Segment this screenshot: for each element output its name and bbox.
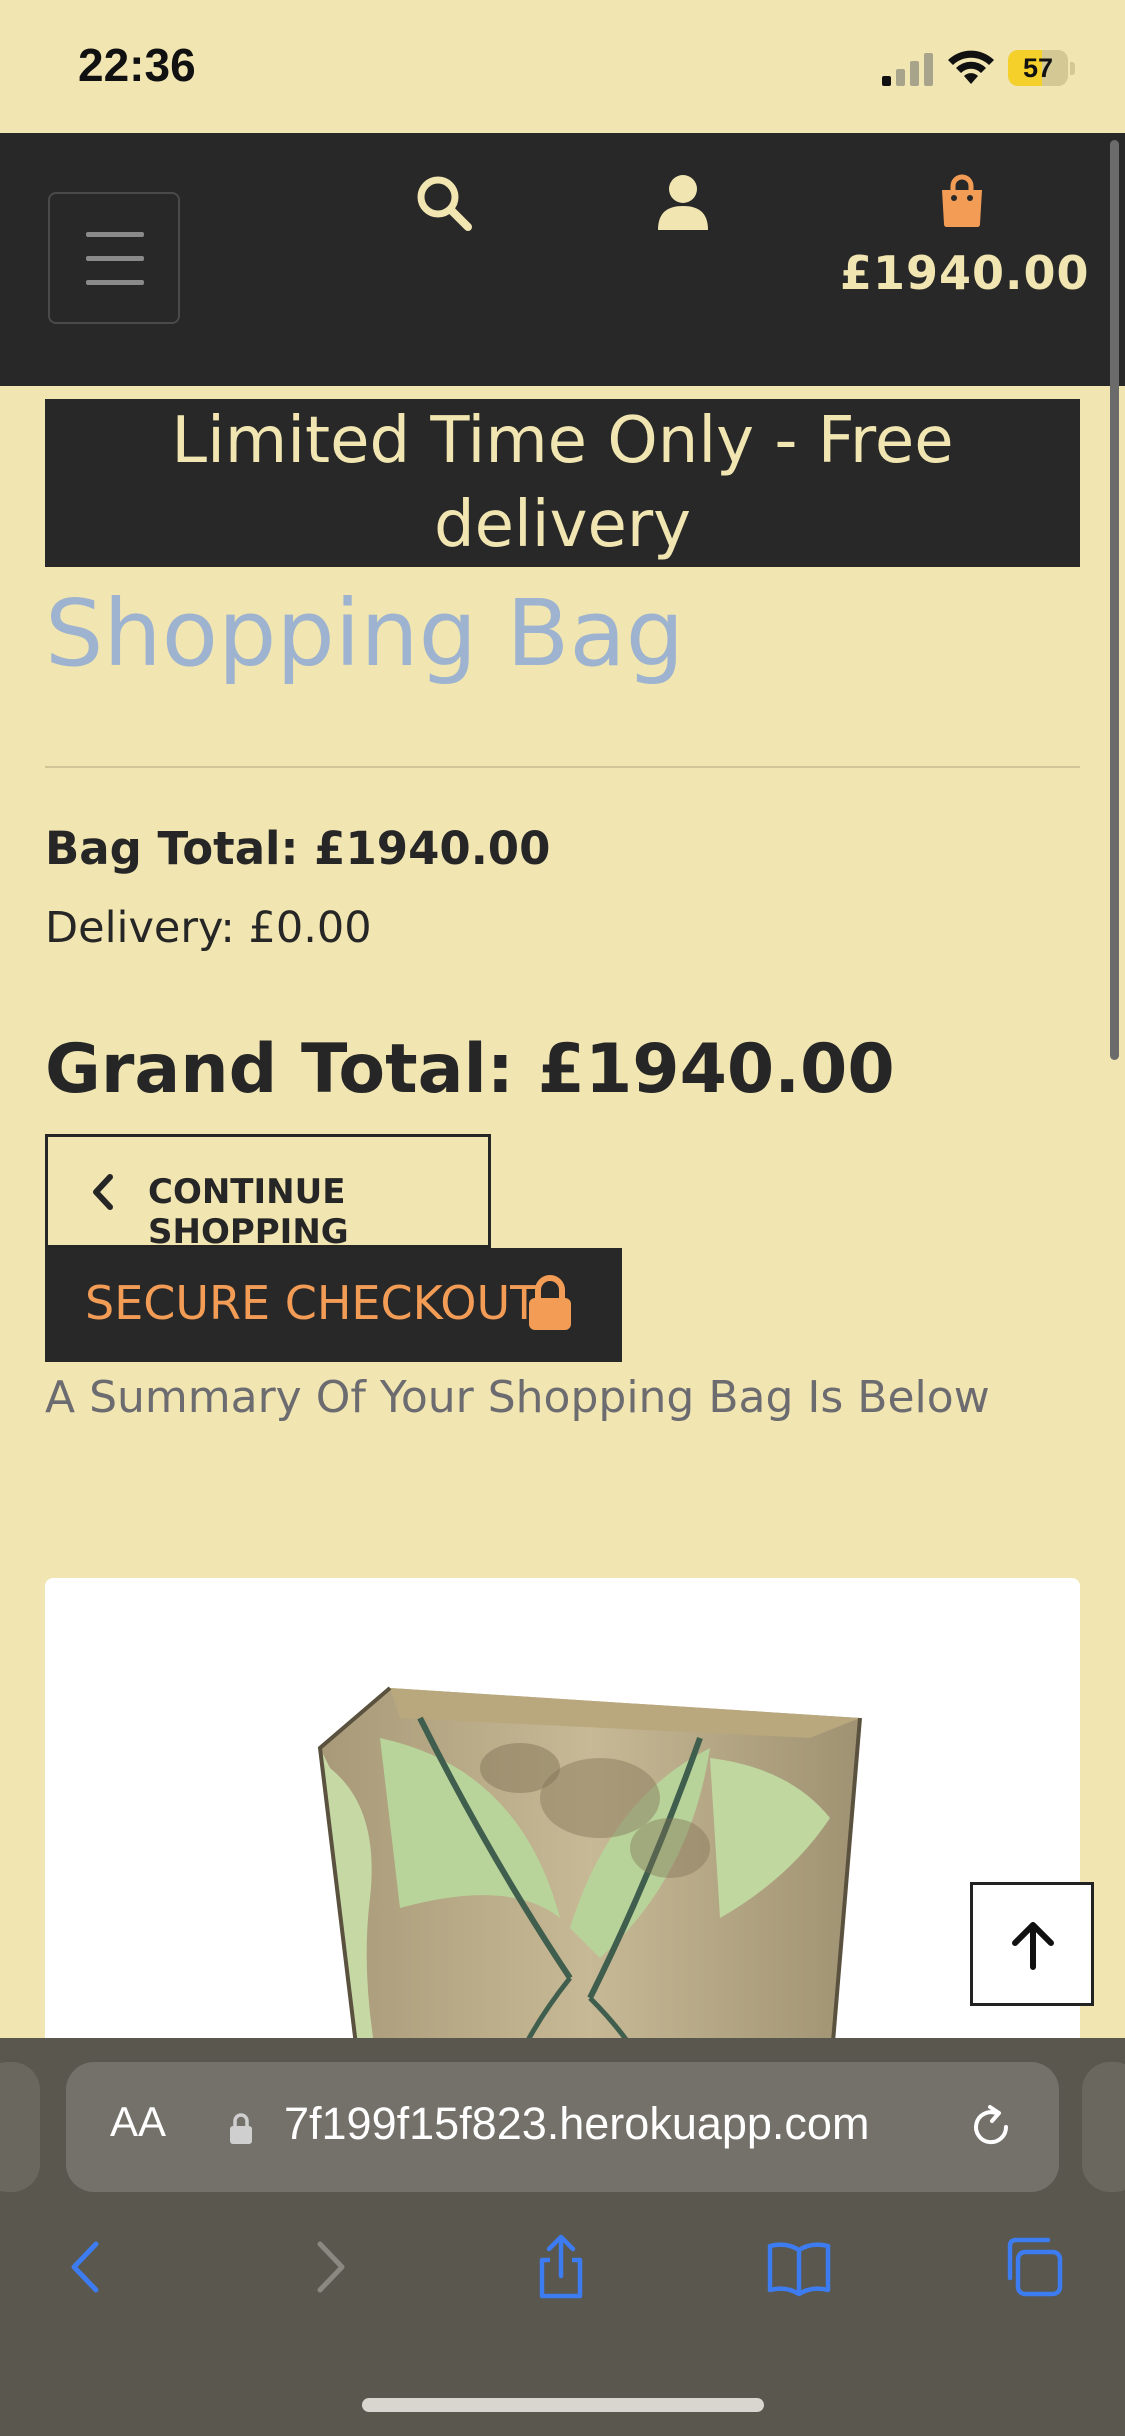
bag-summary-heading: A Summary Of Your Shopping Bag Is Below	[45, 1372, 990, 1423]
reload-icon[interactable]	[966, 2102, 1016, 2152]
secure-checkout-button[interactable]: SECURE CHECKOUT	[45, 1248, 622, 1362]
lock-icon	[230, 2113, 252, 2144]
continue-shopping-label: CONTINUE SHOPPING	[148, 1172, 349, 1252]
menu-toggle-button[interactable]	[48, 192, 180, 324]
share-icon[interactable]	[528, 2234, 594, 2300]
header-bag-total: £1940.00	[840, 246, 1090, 300]
promo-banner-line: Limited Time Only - Free delivery	[171, 404, 954, 562]
back-icon[interactable]	[54, 2234, 120, 2300]
bag-total: Bag Total: £1940.00	[45, 822, 551, 875]
previous-tab-peek[interactable]	[0, 2062, 40, 2192]
cellular-signal-icon	[882, 53, 933, 86]
promo-banner: Limited Time Only - Free delivery on ord…	[45, 399, 1080, 646]
divider	[45, 766, 1080, 768]
bookmarks-icon[interactable]	[766, 2234, 832, 2300]
home-indicator	[362, 2398, 764, 2412]
text-size-button[interactable]: AA	[110, 2098, 166, 2146]
wifi-icon	[948, 50, 994, 84]
product-image	[317, 1686, 862, 2048]
url-text[interactable]: 7f199f15f823.herokuapp.com	[284, 2098, 869, 2150]
back-to-top-button[interactable]	[970, 1882, 1094, 2006]
chevron-left-icon	[93, 1174, 113, 1210]
shopping-bag-icon	[942, 174, 982, 227]
product-card[interactable]	[45, 1578, 1080, 2048]
search-icon[interactable]	[413, 172, 475, 234]
shopping-bag-button[interactable]: £1940.00	[840, 168, 1090, 308]
battery-icon: 57	[1008, 50, 1076, 88]
scrollbar[interactable]	[1110, 140, 1119, 1060]
tabs-icon[interactable]	[1000, 2234, 1066, 2300]
arrow-up-icon	[1012, 1922, 1054, 1970]
delivery-cost: Delivery: £0.00	[45, 903, 372, 953]
battery-percentage: 57	[1022, 53, 1054, 83]
lock-icon	[529, 1275, 571, 1330]
grand-total: Grand Total: £1940.00	[45, 1030, 895, 1109]
page-title: Shopping Bag	[45, 580, 685, 687]
next-tab-peek[interactable]	[1082, 2062, 1125, 2192]
secure-checkout-label: SECURE CHECKOUT	[85, 1276, 539, 1330]
user-icon[interactable]	[652, 172, 714, 234]
status-time: 22:36	[78, 39, 196, 91]
continue-shopping-button[interactable]: CONTINUE SHOPPING	[45, 1134, 491, 1252]
forward-icon[interactable]	[296, 2234, 362, 2300]
